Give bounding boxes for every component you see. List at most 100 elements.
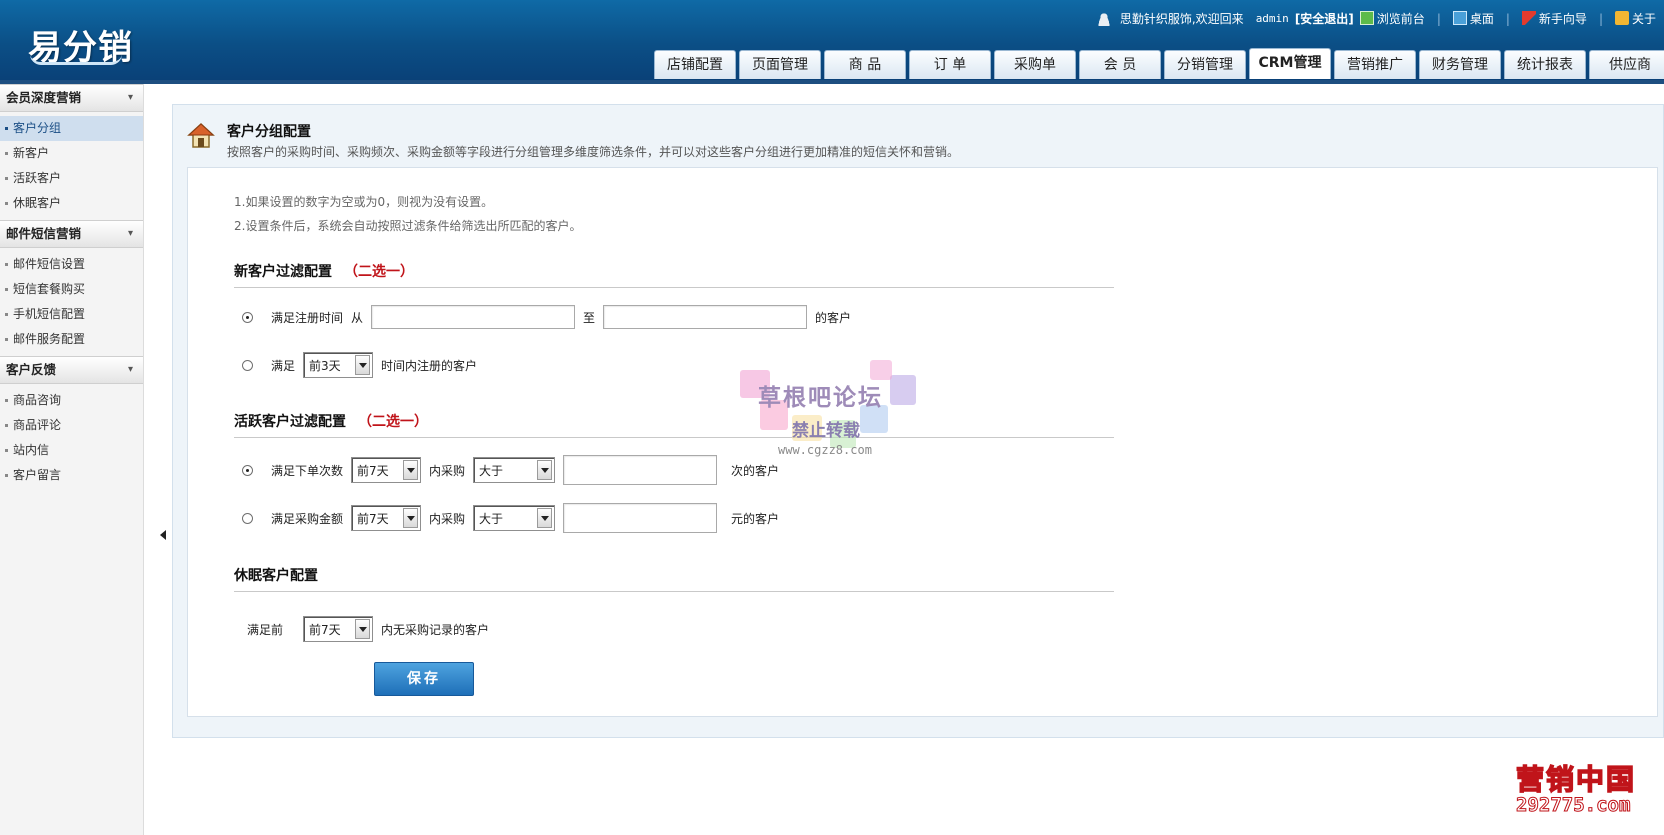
tab-item[interactable]: 店铺配置	[654, 50, 736, 79]
sidebar-item[interactable]: 短信套餐购买	[0, 277, 143, 302]
sidebar-group-header[interactable]: 客户反馈 ▾	[0, 356, 143, 384]
logo-swoosh	[30, 54, 122, 65]
username: admin	[1255, 12, 1289, 25]
to-label: 至	[583, 310, 596, 325]
note-1: 1.如果设置的数字为空或为0，则视为没有设置。	[234, 195, 494, 209]
logout-link[interactable]: [安全退出]	[1295, 10, 1354, 27]
suffix-label: 的客户	[815, 310, 852, 325]
sidebar-item[interactable]: 手机短信配置	[0, 302, 143, 327]
tab-item[interactable]: 统计报表	[1504, 50, 1586, 79]
tab-item[interactable]: 商 品	[824, 50, 906, 79]
save-button[interactable]: 保存	[374, 662, 474, 696]
suffix-label: 时间内注册的客户	[381, 358, 478, 373]
sidebar-item[interactable]: 邮件短信设置	[0, 252, 143, 277]
tab-item[interactable]: 供应商	[1589, 50, 1664, 79]
tab-item[interactable]: 分销管理	[1164, 50, 1246, 79]
dropdown-arrow-icon	[537, 460, 553, 480]
about-link[interactable]: 关于	[1632, 12, 1656, 26]
about-icon	[1614, 11, 1629, 25]
active-customer-option-1: 满足下单次数 前7天 内采购 大于 次的客户	[242, 455, 779, 485]
select-value: 前7天	[357, 511, 389, 526]
tab-item[interactable]: 订 单	[909, 50, 991, 79]
new-customer-radio-2[interactable]	[242, 359, 253, 371]
dropdown-arrow-icon	[355, 619, 371, 639]
config-panel: 1.如果设置的数字为空或为0，则视为没有设置。 2.设置条件后，系统会自动按照过…	[187, 167, 1658, 717]
tab-item[interactable]: 页面管理	[739, 50, 821, 79]
sidebar-group-title: 邮件短信营销	[6, 226, 82, 241]
option-label: 满足前	[247, 622, 284, 637]
tab-item[interactable]: 会 员	[1079, 50, 1161, 79]
desktop-link[interactable]: 桌面	[1470, 12, 1494, 26]
sidebar-group-title: 会员深度营销	[6, 90, 82, 105]
active-customer-section-title: 活跃客户过滤配置 （二选一）	[234, 411, 1114, 438]
option-label: 满足采购金额	[271, 511, 344, 526]
top-links: 思勤针织服饰,欢迎回来 admin [安全退出] 浏览前台 | 桌面 | 新手向…	[1096, 10, 1656, 27]
tab-item[interactable]: 营销推广	[1334, 50, 1416, 79]
sidebar-collapse-icon[interactable]	[160, 530, 166, 540]
amount-compare-select[interactable]: 大于	[473, 505, 556, 531]
sidebar-item[interactable]: 邮件服务配置	[0, 327, 143, 352]
select-value: 大于	[479, 463, 504, 478]
sidebar-group-header[interactable]: 邮件短信营销 ▾	[0, 220, 143, 248]
amount-period-select[interactable]: 前7天	[351, 505, 422, 531]
new-customer-option-2: 满足 前3天 时间内注册的客户	[242, 352, 477, 378]
sidebar-list: 邮件短信设置 短信套餐购买 手机短信配置 邮件服务配置	[0, 248, 143, 356]
dormant-customer-title: 休眠客户配置	[234, 568, 318, 584]
active-customer-radio-1[interactable]	[242, 464, 253, 476]
sidebar-item[interactable]: 客户留言	[0, 463, 143, 488]
sidebar-item[interactable]: 新客户	[0, 141, 143, 166]
order-count-period-select[interactable]: 前7天	[351, 457, 422, 483]
select-value: 前7天	[357, 463, 389, 478]
header-shadow	[0, 80, 1664, 84]
watermark-block	[890, 375, 916, 405]
tab-item[interactable]: CRM管理	[1249, 48, 1331, 79]
option-label: 满足注册时间	[271, 310, 344, 325]
new-customer-option-1: 满足注册时间 从 至 的客户	[242, 305, 851, 329]
sidebar-item[interactable]: 活跃客户	[0, 166, 143, 191]
sidebar-item[interactable]: 商品评论	[0, 413, 143, 438]
tab-item[interactable]: 财务管理	[1419, 50, 1501, 79]
sidebar: 会员深度营销 ▾ 客户分组 新客户 活跃客户 休眠客户 邮件短信营销 ▾ 邮件短信设置 短信套餐购…	[0, 84, 144, 835]
register-from-input[interactable]	[371, 305, 576, 329]
mid-label: 内采购	[429, 511, 466, 526]
new-customer-title: 新客户过滤配置	[234, 264, 332, 280]
new-customer-period-select[interactable]: 前3天	[303, 352, 374, 378]
welcome-text: 思勤针织服饰,欢迎回来	[1119, 12, 1244, 26]
chevron-down-icon: ▾	[127, 364, 133, 375]
user-icon	[1096, 11, 1111, 26]
sidebar-item[interactable]: 休眠客户	[0, 191, 143, 216]
pick-one-note: （二选一）	[358, 414, 428, 430]
sidebar-item[interactable]: 站内信	[0, 438, 143, 463]
sidebar-group-header[interactable]: 会员深度营销 ▾	[0, 84, 143, 112]
browse-front-link[interactable]: 浏览前台	[1377, 12, 1425, 26]
order-count-compare-select[interactable]: 大于	[473, 457, 556, 483]
dormant-customer-row: 满足前 前7天 内无采购记录的客户	[247, 616, 489, 642]
active-customer-radio-2[interactable]	[242, 512, 253, 524]
pick-one-note: （二选一）	[344, 264, 414, 280]
order-count-input[interactable]	[563, 455, 718, 485]
watermark-block	[870, 360, 892, 380]
tab-item[interactable]: 采购单	[994, 50, 1076, 79]
page-description: 按照客户的采购时间、采购频次、采购金额等字段进行分组管理多维度筛选条件，并可以对…	[227, 145, 960, 159]
watermark-text: 草根吧论坛	[758, 385, 883, 411]
main-tabs: 店铺配置 页面管理商 品订 单采购单会 员分销管理 CRM管理 营销推广 财务管理 统计报…	[654, 48, 1664, 79]
sidebar-item[interactable]: 商品咨询	[0, 388, 143, 413]
top-header: 易分销 思勤针织服饰,欢迎回来 admin [安全退出] 浏览前台 | 桌面 |…	[0, 0, 1664, 80]
active-customer-title: 活跃客户过滤配置	[234, 414, 346, 430]
amount-input[interactable]	[563, 503, 718, 533]
sidebar-list: 客户分组 新客户 活跃客户 休眠客户	[0, 112, 143, 220]
newbie-guide-link[interactable]: 新手向导	[1539, 12, 1587, 26]
suffix-label: 元的客户	[731, 511, 780, 526]
option-label: 满足	[271, 358, 296, 373]
corner-watermark-text: 营销中国	[1515, 762, 1637, 797]
divider: |	[1505, 11, 1510, 26]
sidebar-group-title: 客户反馈	[6, 362, 57, 377]
new-customer-radio-1[interactable]	[242, 311, 253, 323]
sidebar-item[interactable]: 客户分组	[0, 116, 143, 141]
dropdown-arrow-icon	[355, 355, 371, 375]
divider: |	[1436, 11, 1441, 26]
corner-watermark-text: 292775.com	[1515, 794, 1631, 817]
register-to-input[interactable]	[603, 305, 808, 329]
dormant-period-select[interactable]: 前7天	[303, 616, 374, 642]
dropdown-arrow-icon	[537, 508, 553, 528]
